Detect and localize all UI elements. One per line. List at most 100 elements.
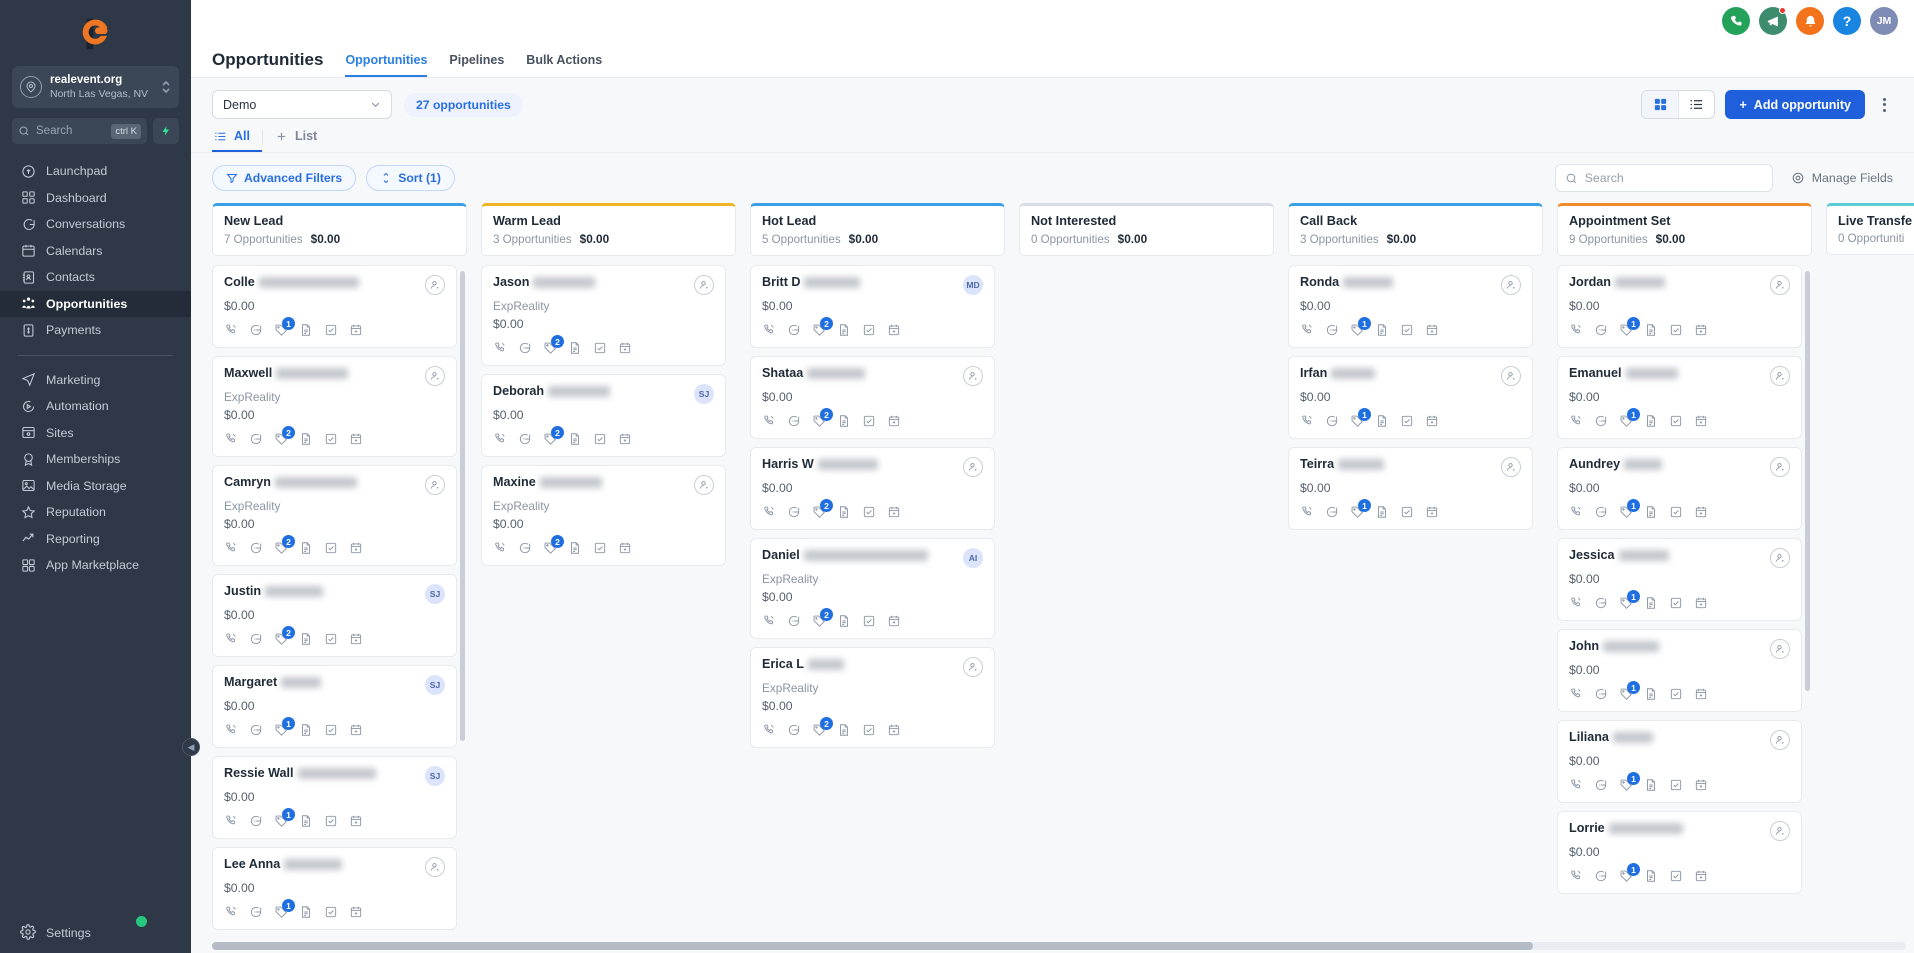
add-opportunity-button[interactable]: + Add opportunity (1725, 90, 1865, 119)
tag-icon[interactable]: 2 (812, 499, 833, 519)
tag-icon[interactable]: 2 (274, 426, 295, 446)
sms-icon[interactable] (1594, 414, 1608, 428)
note-icon[interactable] (1375, 505, 1389, 519)
task-icon[interactable] (324, 723, 338, 737)
opportunity-card[interactable]: Britt D MD $0.00 2 (750, 265, 995, 348)
tag-icon[interactable]: 1 (274, 717, 295, 737)
task-icon[interactable] (1400, 505, 1414, 519)
sms-icon[interactable] (518, 541, 532, 555)
card-assignee-avatar[interactable] (1501, 457, 1521, 477)
tag-icon[interactable]: 2 (274, 626, 295, 646)
note-icon[interactable] (299, 541, 313, 555)
phone-icon[interactable] (493, 541, 507, 555)
opportunity-card[interactable]: Shataa $0.00 2 (750, 356, 995, 439)
task-icon[interactable] (862, 723, 876, 737)
appointment-icon[interactable] (349, 905, 363, 919)
task-icon[interactable] (1669, 687, 1683, 701)
phone-icon[interactable] (762, 414, 776, 428)
phone-icon[interactable] (1569, 869, 1583, 883)
opportunity-card[interactable]: Daniel AI ExpReality $0.00 2 (750, 538, 995, 639)
column-scrollbar[interactable] (1805, 271, 1810, 691)
appointment-icon[interactable] (349, 323, 363, 337)
opportunity-card[interactable]: Margaret SJ $0.00 1 (212, 665, 457, 748)
note-icon[interactable] (837, 505, 851, 519)
card-assignee-avatar[interactable] (1770, 457, 1790, 477)
opportunity-card[interactable]: Ressie Wall SJ $0.00 1 (212, 756, 457, 839)
appointment-icon[interactable] (349, 632, 363, 646)
appointment-icon[interactable] (1425, 414, 1439, 428)
appointment-icon[interactable] (618, 541, 632, 555)
more-options-button[interactable] (1875, 97, 1893, 112)
sms-icon[interactable] (249, 905, 263, 919)
column-scrollbar[interactable] (460, 271, 465, 741)
appointment-icon[interactable] (618, 341, 632, 355)
appointment-icon[interactable] (618, 432, 632, 446)
task-icon[interactable] (1400, 414, 1414, 428)
card-assignee-avatar[interactable]: SJ (425, 675, 445, 695)
ai-spark-button[interactable] (153, 118, 179, 144)
opportunity-card[interactable]: Teirra $0.00 1 (1288, 447, 1533, 530)
task-icon[interactable] (324, 323, 338, 337)
card-assignee-avatar[interactable] (425, 857, 445, 877)
task-icon[interactable] (593, 341, 607, 355)
task-icon[interactable] (324, 541, 338, 555)
sms-icon[interactable] (1594, 869, 1608, 883)
sidebar-item-launchpad[interactable]: Launchpad (0, 158, 191, 185)
opportunity-card[interactable]: Colle $0.00 1 (212, 265, 457, 348)
phone-icon[interactable] (762, 614, 776, 628)
tab-opportunities[interactable]: Opportunities (345, 53, 428, 77)
advanced-filters-button[interactable]: Advanced Filters (212, 165, 357, 191)
task-icon[interactable] (862, 614, 876, 628)
card-assignee-avatar[interactable] (425, 275, 445, 295)
phone-icon[interactable] (493, 432, 507, 446)
card-assignee-avatar[interactable] (1770, 639, 1790, 659)
sort-button[interactable]: Sort (1) (366, 165, 455, 191)
appointment-icon[interactable] (1425, 323, 1439, 337)
task-icon[interactable] (1669, 869, 1683, 883)
opportunity-card[interactable]: Lorrie $0.00 1 (1557, 811, 1802, 894)
tag-icon[interactable]: 1 (1350, 317, 1371, 337)
opportunity-card[interactable]: Emanuel $0.00 1 (1557, 356, 1802, 439)
phone-icon[interactable] (1569, 323, 1583, 337)
bell-icon[interactable] (1796, 7, 1824, 35)
pipeline-select[interactable]: Demo (212, 90, 392, 119)
tab-pipelines[interactable]: Pipelines (449, 53, 504, 77)
appointment-icon[interactable] (349, 814, 363, 828)
sidebar-item-app-marketplace[interactable]: App Marketplace (0, 552, 191, 579)
opportunity-card[interactable]: Maxwell ExpReality $0.00 2 (212, 356, 457, 457)
card-assignee-avatar[interactable] (963, 457, 983, 477)
phone-icon[interactable] (1300, 505, 1314, 519)
tag-icon[interactable]: 1 (1619, 772, 1640, 792)
tag-icon[interactable]: 1 (1619, 681, 1640, 701)
tag-icon[interactable]: 2 (812, 317, 833, 337)
sidebar-item-calendars[interactable]: Calendars (0, 238, 191, 265)
tag-icon[interactable]: 1 (1619, 317, 1640, 337)
board-search-input[interactable]: Search (1554, 164, 1773, 192)
task-icon[interactable] (1669, 778, 1683, 792)
appointment-icon[interactable] (349, 723, 363, 737)
note-icon[interactable] (1644, 778, 1658, 792)
tag-icon[interactable]: 2 (812, 408, 833, 428)
tag-icon[interactable]: 2 (812, 717, 833, 737)
sidebar-item-sites[interactable]: Sites (0, 420, 191, 447)
appointment-icon[interactable] (1694, 323, 1708, 337)
phone-icon[interactable] (1569, 778, 1583, 792)
card-assignee-avatar[interactable] (963, 657, 983, 677)
card-assignee-avatar[interactable] (1770, 366, 1790, 386)
card-assignee-avatar[interactable] (1770, 275, 1790, 295)
phone-icon[interactable] (224, 905, 238, 919)
agency-switcher[interactable]: realevent.org North Las Vegas, NV (12, 66, 179, 108)
sms-icon[interactable] (249, 541, 263, 555)
tag-icon[interactable]: 1 (274, 899, 295, 919)
appointment-icon[interactable] (1425, 505, 1439, 519)
opportunity-card[interactable]: Jessica $0.00 1 (1557, 538, 1802, 621)
note-icon[interactable] (568, 541, 582, 555)
sms-icon[interactable] (787, 323, 801, 337)
card-assignee-avatar[interactable] (1770, 548, 1790, 568)
sms-icon[interactable] (249, 432, 263, 446)
appointment-icon[interactable] (887, 614, 901, 628)
phone-icon[interactable] (762, 723, 776, 737)
task-icon[interactable] (593, 541, 607, 555)
sms-icon[interactable] (1325, 414, 1339, 428)
note-icon[interactable] (1375, 414, 1389, 428)
